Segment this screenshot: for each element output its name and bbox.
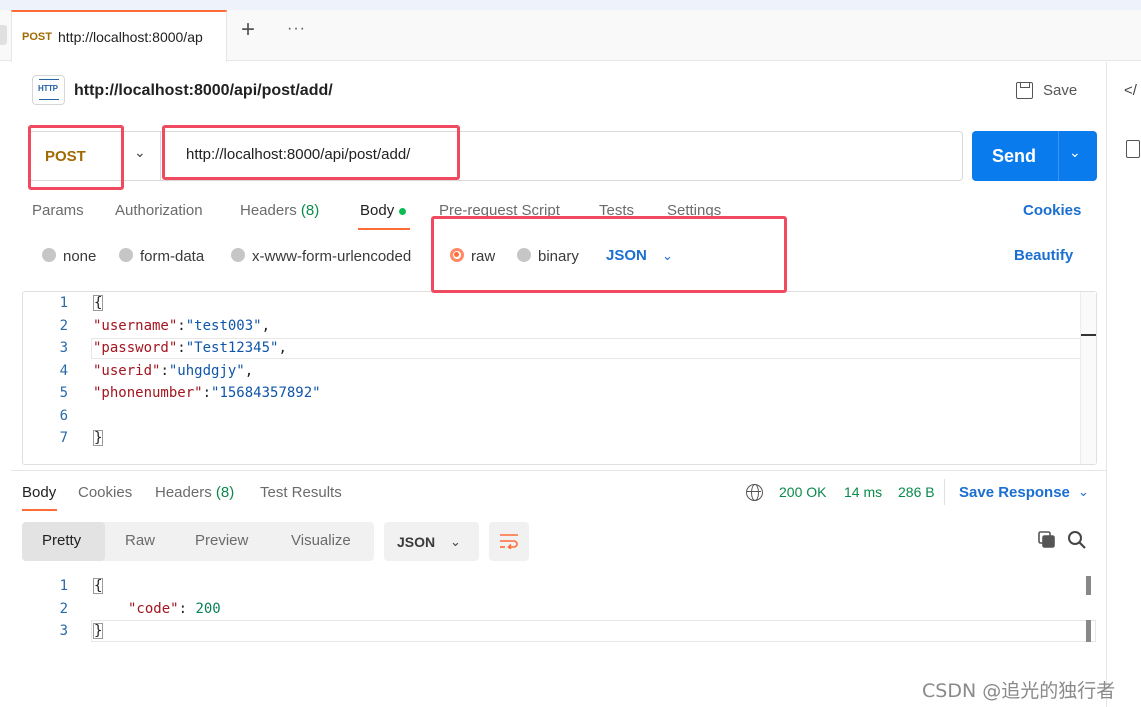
highlight-method-box	[28, 125, 124, 190]
current-line-highlight	[91, 620, 1096, 642]
copy-icon[interactable]	[1038, 531, 1055, 548]
divider	[944, 479, 945, 505]
save-button[interactable]: Save	[1043, 82, 1077, 99]
response-close-brace: }	[93, 623, 104, 639]
chevron-down-icon[interactable]: ⌄	[1078, 484, 1089, 500]
code-close-brace: }	[93, 430, 104, 446]
http-request-icon: HTTP	[32, 75, 65, 105]
response-tab-underline	[22, 509, 57, 511]
headers-count: (8)	[300, 202, 320, 219]
line-number: 2	[59, 601, 68, 617]
line-number: 3	[59, 623, 68, 639]
json-key: "username"	[93, 318, 178, 334]
highlight-body-type-box	[431, 216, 787, 293]
documentation-icon[interactable]	[1126, 140, 1140, 158]
response-open-brace: {	[93, 578, 104, 594]
response-code-line: "code": 200	[128, 601, 221, 617]
radio-form-data[interactable]	[119, 248, 133, 262]
radio-urlencoded-label[interactable]: x-www-form-urlencoded	[252, 248, 411, 265]
more-tabs-button[interactable]: ···	[287, 21, 306, 37]
send-divider	[1058, 131, 1059, 181]
body-indicator-dot	[399, 207, 407, 215]
search-icon[interactable]	[1067, 530, 1087, 550]
app-window: POST http://localhost:8000/ap + ··· </ H…	[0, 0, 1141, 707]
radio-urlencoded[interactable]	[231, 248, 245, 262]
send-options-chevron-icon[interactable]: ⌄	[1069, 144, 1081, 161]
json-value: "Test12345"	[185, 340, 279, 356]
beautify-button[interactable]: Beautify	[1014, 247, 1073, 264]
send-label: Send	[992, 146, 1037, 166]
tab-url-label: http://localhost:8000/ap	[58, 29, 203, 45]
new-tab-button[interactable]: +	[241, 18, 255, 42]
status-code[interactable]: 200 OK	[779, 484, 826, 500]
code-line: {	[93, 295, 104, 311]
tab-params[interactable]: Params	[32, 202, 84, 219]
view-pretty[interactable]: Pretty	[42, 532, 81, 549]
tab-method-label: POST	[22, 31, 52, 43]
code-line: "phonenumber":"15684357892"	[93, 385, 321, 401]
right-sidebar	[1106, 62, 1141, 707]
response-code-line: }	[93, 623, 104, 639]
active-tab-underline	[358, 228, 410, 230]
request-title: http://localhost:8000/api/post/add/	[74, 82, 333, 99]
line-number: 1	[59, 578, 68, 594]
code-line: "username":"test003",	[93, 318, 271, 334]
view-visualize[interactable]: Visualize	[291, 532, 351, 549]
response-tab-test-results[interactable]: Test Results	[260, 484, 342, 501]
line-number: 4	[59, 363, 68, 379]
response-format-label: JSON	[397, 534, 436, 550]
line-number: 2	[59, 318, 68, 334]
pane-divider[interactable]	[11, 470, 1106, 471]
code-line: "userid":"uhgdgjy",	[93, 363, 254, 379]
response-scroll-thumb[interactable]	[1086, 620, 1091, 642]
highlight-url-box	[162, 125, 460, 180]
json-key: "phonenumber"	[93, 385, 203, 401]
response-time[interactable]: 14 ms	[844, 484, 882, 500]
code-line: "password":"Test12345",	[93, 340, 287, 356]
response-size[interactable]: 286 B	[898, 484, 935, 500]
line-number: 5	[59, 385, 68, 401]
response-headers-count: (8)	[215, 484, 235, 501]
watermark: CSDN @追光的独行者	[922, 680, 1116, 702]
cookies-link[interactable]: Cookies	[1023, 202, 1081, 219]
json-value: 200	[195, 601, 221, 617]
window-top-strip	[0, 0, 1141, 10]
response-code-line: {	[93, 578, 104, 594]
save-response-button[interactable]: Save Response	[959, 484, 1070, 501]
editor-scrollbar[interactable]	[1080, 292, 1096, 464]
json-key: "password"	[93, 340, 178, 356]
chevron-down-icon[interactable]: ⌄	[134, 144, 146, 161]
line-number: 1	[59, 295, 68, 311]
radio-form-data-label[interactable]: form-data	[140, 248, 204, 265]
globe-icon[interactable]	[746, 484, 763, 501]
code-line: }	[93, 430, 104, 446]
wrap-lines-icon	[500, 534, 518, 549]
view-raw[interactable]: Raw	[125, 532, 155, 549]
json-value: "test003"	[185, 318, 262, 334]
tab-body[interactable]: Body	[360, 202, 407, 219]
json-key: "code"	[128, 601, 179, 617]
json-value: "15684357892"	[211, 385, 321, 401]
view-preview[interactable]: Preview	[195, 532, 248, 549]
radio-none-label[interactable]: none	[63, 248, 96, 265]
tab-authorization[interactable]: Authorization	[115, 202, 203, 219]
line-number: 6	[59, 408, 68, 424]
code-open-brace: {	[93, 295, 104, 311]
chevron-down-icon: ⌄	[450, 534, 461, 549]
json-value: "uhgdgjy"	[168, 363, 245, 379]
response-tab-cookies[interactable]: Cookies	[78, 484, 132, 501]
editor-scroll-thumb[interactable]	[1081, 334, 1096, 336]
line-number: 3	[59, 340, 68, 356]
request-tab[interactable]: POST http://localhost:8000/ap	[11, 10, 227, 62]
code-snippet-icon[interactable]: </	[1124, 82, 1137, 99]
radio-none[interactable]	[42, 248, 56, 262]
tab-headers[interactable]: Headers (8)	[240, 202, 319, 219]
sidebar-collapse-handle[interactable]	[0, 25, 7, 45]
save-icon[interactable]	[1016, 82, 1033, 99]
response-tab-body[interactable]: Body	[22, 484, 56, 501]
response-scroll-thumb[interactable]	[1086, 576, 1091, 595]
json-key: "userid"	[93, 363, 161, 379]
line-number: 7	[59, 430, 68, 446]
response-tab-headers[interactable]: Headers (8)	[155, 484, 234, 501]
